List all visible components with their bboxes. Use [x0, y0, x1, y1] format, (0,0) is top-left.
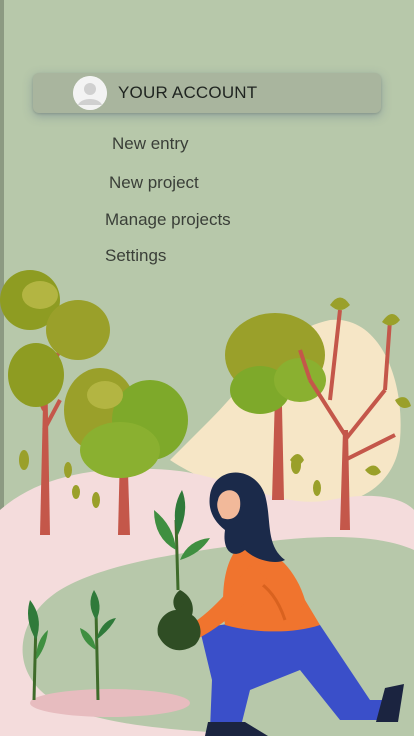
menu-item-new-entry[interactable]: New entry [112, 134, 189, 154]
user-avatar-icon[interactable] [73, 76, 107, 110]
menu-item-new-project[interactable]: New project [109, 173, 199, 193]
account-header[interactable]: YOUR ACCOUNT [33, 73, 381, 113]
account-title: YOUR ACCOUNT [118, 83, 258, 102]
tree-planting-illustration [0, 270, 414, 736]
menu-item-manage-projects[interactable]: Manage projects [105, 210, 231, 230]
seedlings [28, 590, 116, 701]
soil-ellipse [30, 689, 190, 717]
